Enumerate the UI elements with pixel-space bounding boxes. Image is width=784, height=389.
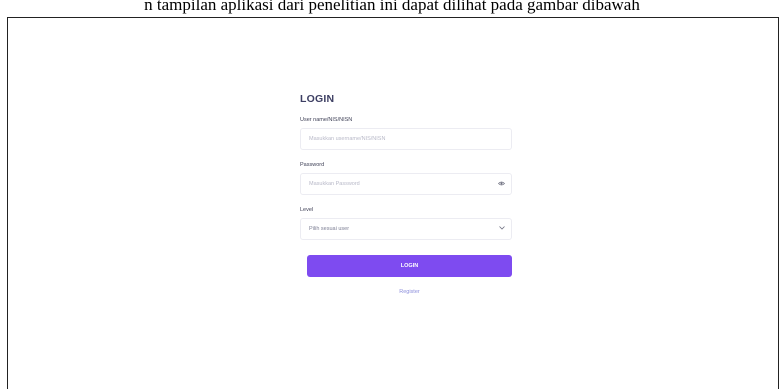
login-button[interactable]: LOGIN <box>307 255 512 277</box>
username-label: User name/NIS/NISN <box>300 117 353 123</box>
password-field-wrapper <box>300 173 512 195</box>
register-link[interactable]: Register <box>307 289 512 295</box>
login-title: LOGIN <box>300 93 335 105</box>
username-field-wrapper <box>300 128 512 150</box>
password-label: Password <box>300 162 325 168</box>
level-selected-value: Pilih sesuai user <box>309 226 350 232</box>
document-caption: n tampilan aplikasi dari penelitian ini … <box>144 0 640 14</box>
level-select[interactable]: Pilih sesuai user <box>300 218 512 240</box>
level-label: Level <box>300 207 314 213</box>
password-input[interactable] <box>309 174 489 194</box>
login-form: LOGIN User name/NIS/NISN Password Level … <box>300 92 512 295</box>
username-input[interactable] <box>309 129 489 149</box>
app-screenshot-frame: LOGIN User name/NIS/NISN Password Level … <box>7 17 779 389</box>
eye-icon[interactable] <box>498 174 505 194</box>
chevron-down-icon <box>499 219 505 239</box>
